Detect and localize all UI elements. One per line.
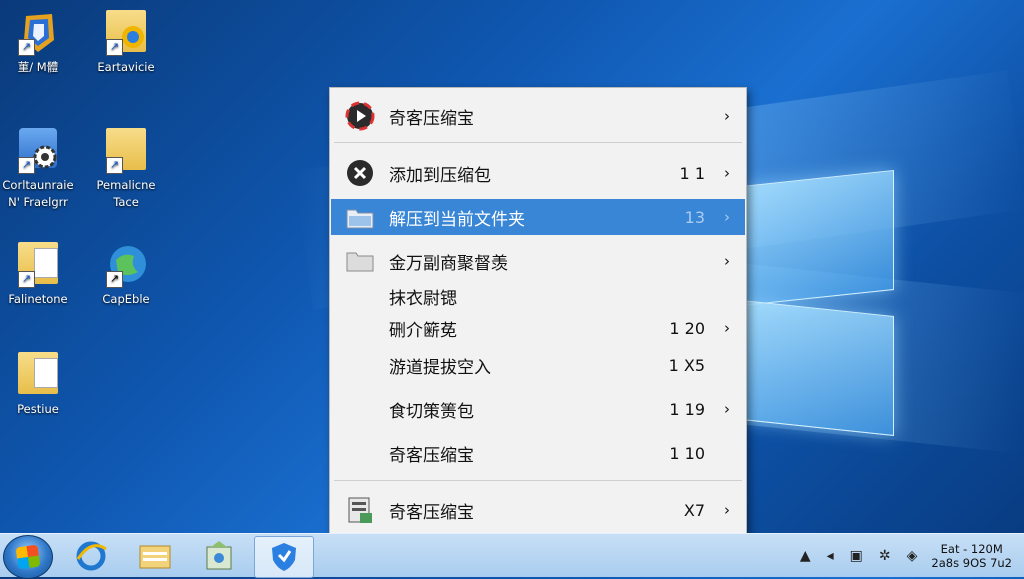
- submenu-arrow-icon: ›: [724, 400, 730, 418]
- folder-icon: [331, 249, 389, 273]
- network-icon[interactable]: ▣: [850, 548, 863, 564]
- add-archive-icon: [331, 158, 389, 188]
- menu-separator: [334, 480, 742, 481]
- desktop-icon-label: CapEble: [102, 292, 150, 306]
- desktop-icon[interactable]: ↗ 菫/ M體: [0, 10, 80, 76]
- menu-item-shortcut: 13: [684, 207, 705, 227]
- desktop-icon-label: Pemalicne: [96, 178, 156, 192]
- shield-app-icon[interactable]: [254, 536, 314, 578]
- menu-item-shortcut: 1 19: [669, 399, 705, 419]
- flag-icon[interactable]: ◈: [907, 548, 918, 564]
- desktop-icon-label: Eartavicie: [97, 60, 155, 74]
- archive-tool-icon: [331, 495, 389, 525]
- menu-item-shortcut: 1 X5: [668, 355, 705, 375]
- clock[interactable]: Eat - 120M 2a8s 9OS 7u2: [931, 542, 1012, 570]
- menu-item-label: 金万副商聚督羡: [389, 253, 508, 274]
- app-installer-icon[interactable]: [190, 536, 248, 576]
- menu-item[interactable]: 金万副商聚督羡 ›: [331, 243, 745, 279]
- menu-item-shortcut: X7: [683, 500, 705, 520]
- desktop-icon-label-line2: N' Fraelgrr: [8, 195, 68, 209]
- submenu-arrow-icon: ›: [724, 501, 730, 519]
- menu-item-label: 硎介簖莬: [389, 320, 457, 341]
- windows-logo-icon: [15, 544, 41, 570]
- submenu-arrow-icon: ›: [724, 164, 730, 182]
- globe-shortcut-icon: ↗: [104, 242, 148, 288]
- file-explorer-icon[interactable]: [126, 536, 184, 576]
- menu-item[interactable]: 食切策箦包 1 19 ›: [331, 391, 745, 427]
- desktop-icon[interactable]: ↗ CapEble: [84, 242, 168, 308]
- desktop-icon[interactable]: ↗ Eartavicie: [84, 10, 168, 76]
- menu-item[interactable]: 游道提拔空入 1 X5: [331, 347, 745, 383]
- desktop-icon-label: Corltaunraie: [2, 178, 74, 192]
- submenu-arrow-icon: ›: [724, 208, 730, 226]
- desktop-icon-label-line2: Tace: [113, 195, 139, 209]
- desktop-icon[interactable]: ↗ Falinetone: [0, 242, 80, 308]
- desktop-icon-label: 菫/ M體: [17, 60, 59, 74]
- menu-item[interactable]: 奇客压缩宝 1 10: [331, 435, 745, 471]
- clock-time: Eat - 120M: [940, 541, 1003, 556]
- desktop-icon[interactable]: Pestiue: [0, 352, 80, 418]
- menu-item[interactable]: 硎介簖莬 1 20 ›: [331, 310, 745, 346]
- start-button[interactable]: [3, 535, 53, 579]
- desktop-icon[interactable]: ↗ Corltaunraie N' Fraelgrr: [0, 128, 80, 211]
- menu-item-label: 食切策箦包: [389, 401, 474, 422]
- menu-separator: [334, 142, 742, 143]
- menu-item-extract-here[interactable]: 解压到当前文件夹 13 ›: [331, 199, 745, 235]
- internet-explorer-icon[interactable]: [62, 536, 120, 576]
- menu-item[interactable]: 抹衣尉锶: [331, 278, 745, 314]
- menu-item-label: 游道提拔空入: [389, 357, 491, 378]
- menu-item-label: 奇客压缩宝: [389, 502, 474, 523]
- submenu-arrow-icon: ›: [724, 319, 730, 337]
- desktop-icon-label: Falinetone: [8, 292, 68, 306]
- menu-item-shortcut: 1 1: [679, 163, 705, 183]
- clock-date: 2a8s 9OS 7u2: [931, 555, 1012, 570]
- windows-logo-wallpaper: [742, 160, 902, 436]
- show-hidden-icons-icon[interactable]: ▲: [800, 548, 811, 564]
- menu-item[interactable]: 奇客压缩宝 X7 ›: [331, 492, 745, 528]
- menu-item-label: 奇客压缩宝: [389, 108, 474, 129]
- menu-item-label: 抹衣尉锶: [389, 288, 457, 309]
- folder-shortcut-icon: ↗: [104, 128, 148, 174]
- system-tray: ▲ ◂ ▣ ✲ ◈ Eat - 120M 2a8s 9OS 7u2: [792, 534, 1024, 577]
- extract-folder-icon: [331, 204, 389, 230]
- browser-folder-icon: ↗: [104, 10, 148, 56]
- menu-item-label: 添加到压缩包: [389, 165, 491, 186]
- folder-document-icon: [16, 352, 60, 398]
- submenu-arrow-icon: ›: [724, 107, 730, 125]
- speaker-icon[interactable]: ◂: [827, 548, 834, 564]
- settings-shortcut-icon: ↗: [16, 128, 60, 174]
- menu-item-shortcut: 1 10: [669, 443, 705, 463]
- desktop-icon[interactable]: ↗ Pemalicne Tace: [84, 128, 168, 211]
- submenu-arrow-icon: ›: [724, 252, 730, 270]
- menu-item-label: 解压到当前文件夹: [389, 209, 525, 230]
- document-shortcut-icon: ↗: [16, 242, 60, 288]
- menu-item-label: 奇客压缩宝: [389, 445, 474, 466]
- desktop-icon-label: Pestiue: [17, 402, 59, 416]
- context-menu: 奇客压缩宝 › 添加到压缩包 1 1 › 解压到当前文件夹 13 › 金万副商聚…: [329, 87, 747, 538]
- taskbar: ▲ ◂ ▣ ✲ ◈ Eat - 120M 2a8s 9OS 7u2: [0, 533, 1024, 579]
- menu-item-add-archive[interactable]: 添加到压缩包 1 1 ›: [331, 155, 745, 191]
- action-center-icon[interactable]: ✲: [879, 548, 891, 564]
- menu-item-shortcut: 1 20: [669, 318, 705, 338]
- app-logo-icon: [331, 101, 389, 131]
- menu-item-app[interactable]: 奇客压缩宝 ›: [331, 98, 745, 134]
- app-shortcut-icon: ↗: [16, 10, 60, 56]
